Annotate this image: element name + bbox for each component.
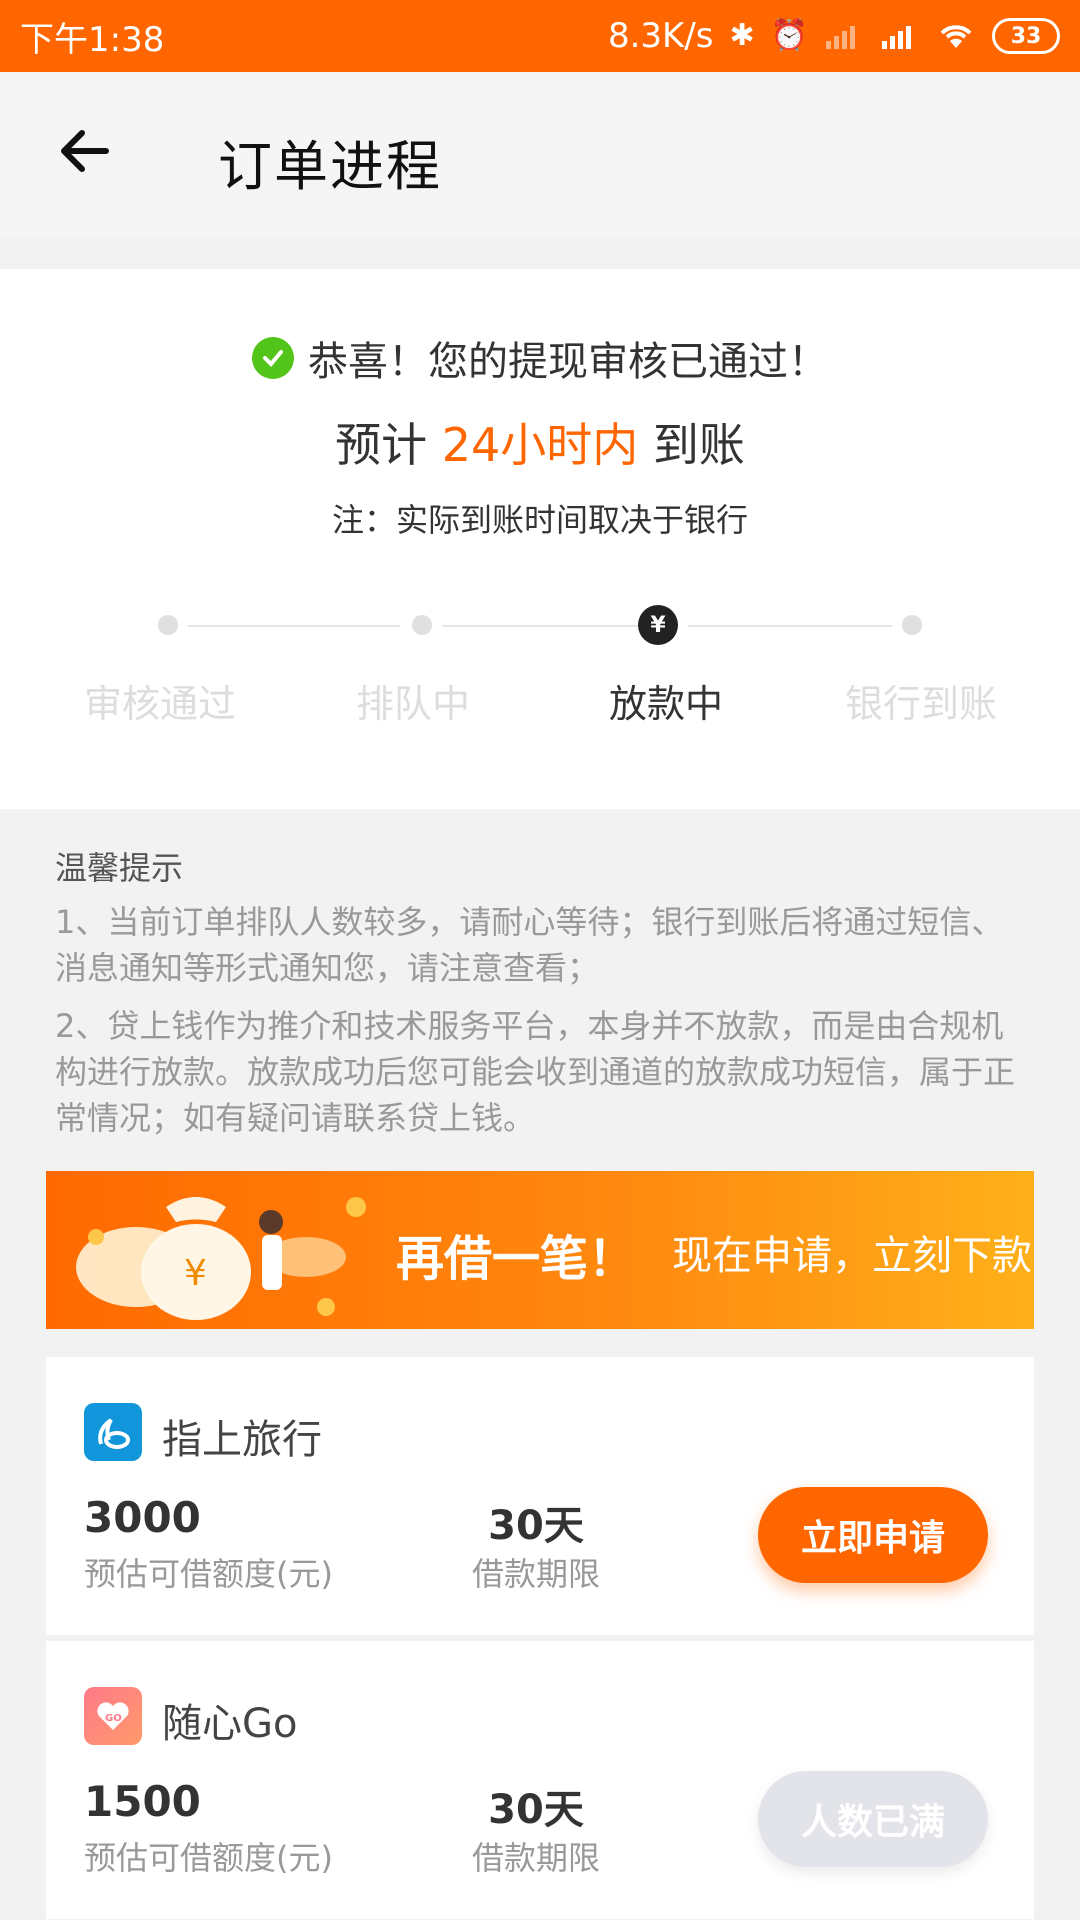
bluetooth-icon: ✱ — [729, 18, 755, 53]
heart-go-app-icon: GO — [84, 1687, 142, 1745]
eta-suffix: 到账 — [638, 418, 745, 472]
step-dot — [902, 615, 922, 635]
step-dot — [412, 615, 432, 635]
loan-term: 30天 — [488, 1503, 584, 1549]
approval-message: 恭喜！您的提现审核已通过！ — [0, 329, 1080, 387]
progress-line — [442, 625, 638, 627]
loan-product-card: GO 随心Go 1500 预估可借额度(元) 30天 借款期限 人数已满 — [46, 1641, 1034, 1919]
loan-term: 30天 — [488, 1787, 584, 1833]
tips-section: 温馨提示 1、当前订单排队人数较多，请耐心等待；银行到账后将通过短信、消息通知等… — [55, 845, 1025, 1153]
full-quota-button[interactable]: 人数已满 — [758, 1771, 988, 1867]
loan-amount: 1500 — [84, 1777, 201, 1826]
apply-now-button[interactable]: 立即申请 — [758, 1487, 988, 1583]
svg-text:GO: GO — [105, 1713, 122, 1724]
step-label-queueing: 排队中 — [355, 682, 470, 726]
banner-title: 再借一笔！ — [396, 1231, 637, 1287]
loan-term-label: 借款期限 — [471, 1839, 600, 1877]
loan-product-card: 指上旅行 3000 预估可借额度(元) 30天 借款期限 立即申请 — [46, 1357, 1034, 1635]
approval-text: 恭喜！您的提现审核已通过！ — [308, 339, 828, 385]
status-bar: 下午1:38 8.3K/s ✱ ⏰ 33 — [0, 0, 1080, 72]
order-status-card: 恭喜！您的提现审核已通过！ 预计 24小时内 到账 注：实际到账时间取决于银行 … — [0, 269, 1080, 809]
alarm-icon: ⏰ — [770, 18, 808, 53]
step-dot-active-yuan-icon: ¥ — [638, 605, 678, 645]
eta-prefix: 预计 — [335, 418, 442, 472]
tip-item: 2、贷上钱作为推介和技术服务平台，本身并不放款，而是由合规机构进行放款。放款成功… — [55, 1007, 1016, 1137]
travel-app-icon — [84, 1403, 142, 1461]
banner-subtitle: 现在申请，立刻下款 — [672, 1233, 1032, 1279]
loan-amount-label: 预估可借额度(元) — [84, 1555, 333, 1593]
borrow-again-banner[interactable]: ¥ 再借一笔！ 现在申请，立刻下款 — [46, 1171, 1034, 1329]
loan-amount: 3000 — [84, 1493, 201, 1542]
arrival-note: 注：实际到账时间取决于银行 — [331, 501, 748, 539]
step-label-bank-arrival: 银行到账 — [844, 682, 997, 726]
loan-amount-label: 预估可借额度(元) — [84, 1839, 333, 1877]
progress-line — [688, 625, 892, 627]
eta-highlight: 24小时内 — [441, 418, 639, 472]
tip-item: 1、当前订单排队人数较多，请耐心等待；银行到账后将通过短信、消息通知等形式通知您… — [55, 903, 1004, 987]
battery-indicator: 33 — [992, 18, 1060, 54]
cell-signal-icon — [826, 26, 855, 49]
page-header: 订单进程 — [0, 72, 1080, 238]
back-arrow-icon[interactable] — [58, 125, 110, 177]
tips-title: 温馨提示 — [55, 849, 184, 887]
eta-line: 预计 24小时内 到账 — [0, 409, 1080, 475]
hd-signal-icon — [882, 26, 911, 49]
status-time: 下午1:38 — [20, 19, 165, 60]
step-label-disbursing: 放款中 — [608, 682, 723, 726]
product-name: 指上旅行 — [162, 1417, 322, 1463]
page-title: 订单进程 — [218, 135, 442, 198]
product-name: 随心Go — [162, 1701, 298, 1747]
loan-term-label: 借款期限 — [471, 1555, 600, 1593]
money-bag-illustration: ¥ — [76, 1197, 366, 1320]
svg-text:¥: ¥ — [184, 1253, 207, 1294]
status-icons: 8.3K/s ✱ ⏰ 33 — [608, 16, 1060, 56]
check-circle-icon — [252, 337, 294, 379]
progress-line — [188, 625, 400, 627]
net-speed: 8.3K/s — [607, 16, 714, 56]
step-label-review-passed: 审核通过 — [83, 682, 236, 726]
wifi-icon — [940, 25, 972, 48]
step-dot — [158, 615, 178, 635]
